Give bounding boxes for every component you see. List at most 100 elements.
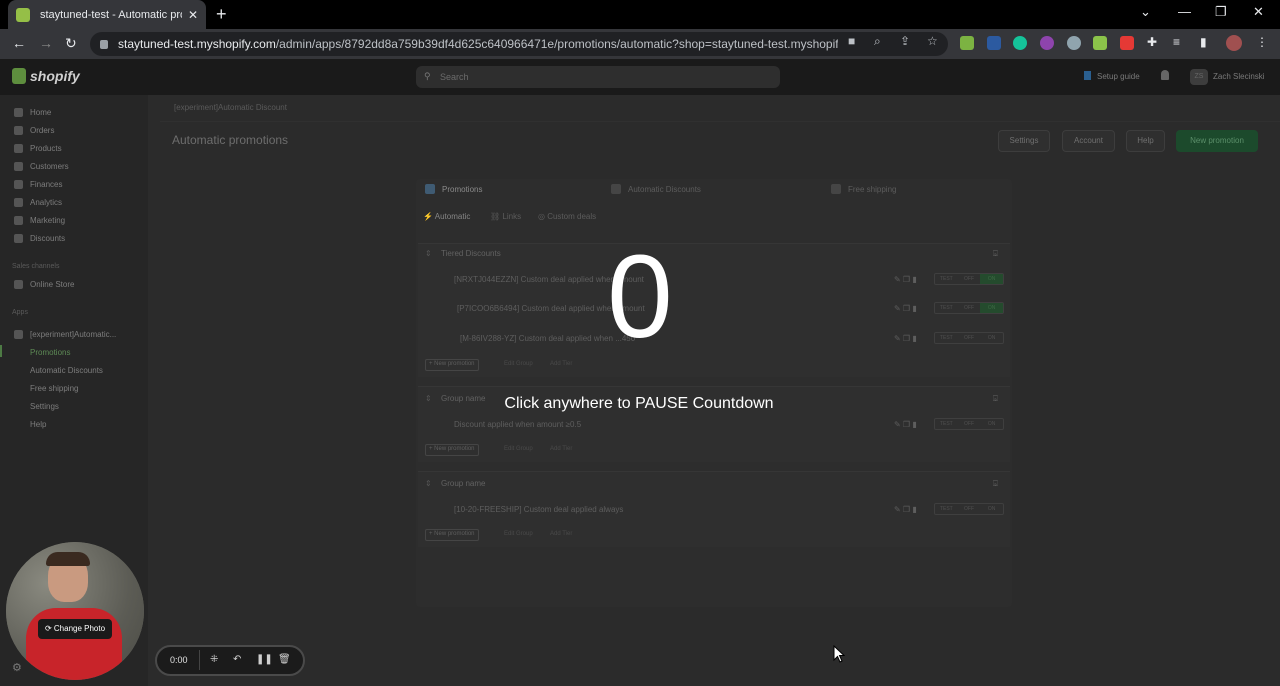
gear-icon[interactable]: ⚙ [12,661,22,674]
webcam-hair [46,552,90,566]
toggle-off[interactable]: OFF [958,504,981,514]
sidebar-item-products[interactable]: Products [14,144,62,153]
row-actions[interactable]: ✎ ❐ ▮ [894,420,917,429]
mouse-cursor-icon [833,645,845,663]
add-tier-link[interactable]: Add Tier [550,361,572,367]
back-icon[interactable]: ← [12,35,26,51]
setup-guide-link[interactable]: Setup guide [1097,72,1140,81]
add-tier-link[interactable]: Add Tier [550,531,572,537]
edit-group-link[interactable]: Edit Group [504,531,533,537]
subtab-automatic[interactable]: ⚡ Automatic [423,212,470,221]
draw-tool-icon[interactable]: ⁜ [210,654,218,665]
group-settings-icon[interactable]: ⌺ [993,479,998,489]
extension-icon[interactable] [1067,36,1081,50]
toggle-on[interactable]: ON [980,419,1003,429]
sidebar-item-free-shipping[interactable]: Free shipping [30,384,78,393]
pause-countdown-hint[interactable]: Click anywhere to PAUSE Countdown [0,395,1278,413]
close-tab-icon[interactable]: ✕ [188,8,198,22]
search-placeholder: Search [440,72,469,82]
breadcrumb[interactable]: [experiment]Automatic Discount [174,103,287,112]
edit-group-link[interactable]: Edit Group [504,361,533,367]
analytics-icon [14,198,23,207]
tab-automatic-discounts[interactable]: Automatic Discounts [611,184,701,194]
status-toggle[interactable]: TEST OFF ON [934,418,1004,430]
settings-button[interactable]: Settings [998,130,1050,152]
sidebar-item-marketing[interactable]: Marketing [14,216,65,225]
camera-icon[interactable]: ■ [848,34,855,48]
sidebar-item-home[interactable]: Home [14,108,51,117]
kebab-menu-icon[interactable]: ⋮ [1256,35,1268,49]
countdown-number[interactable]: 0 [0,238,1280,356]
bell-icon[interactable] [1161,70,1169,80]
extensions-puzzle-icon[interactable]: ✚ [1147,35,1157,49]
shopify-logo[interactable]: shopify [12,68,80,84]
pause-icon[interactable]: ❚❚ [256,654,273,665]
undo-icon[interactable]: ↶ [233,654,241,665]
tab-search-icon[interactable]: ⌄ [1140,4,1151,20]
extension-icon[interactable] [1120,36,1134,50]
account-button[interactable]: Account [1062,130,1115,152]
restore-icon[interactable]: ❐ [1215,4,1227,20]
toggle-off[interactable]: OFF [958,419,981,429]
subtab-custom-deals[interactable]: ◎ Custom deals [538,212,596,221]
shopify-admin: shopify ⚲ Search Setup guide ZS Zach Slec… [0,59,1280,686]
drag-handle-icon[interactable]: ⇕ [425,479,432,488]
promotion-row[interactable]: Discount applied when amount ≥0.5 [454,420,581,429]
new-promotion-small-button[interactable]: + New promotion [425,444,479,456]
help-button[interactable]: Help [1126,130,1165,152]
user-name[interactable]: Zach Slecinski [1213,72,1265,81]
side-panel-icon[interactable]: ▮ [1200,35,1207,49]
extension-icon[interactable] [1093,36,1107,50]
forward-icon[interactable]: → [39,35,53,51]
customers-icon [14,162,23,171]
sidebar-item-customers[interactable]: Customers [14,162,69,171]
edit-group-link[interactable]: Edit Group [504,446,533,452]
row-actions[interactable]: ✎ ❐ ▮ [894,505,917,514]
webcam-bubble[interactable] [6,542,144,680]
zoom-icon[interactable]: ⌕ [874,34,881,49]
delete-icon[interactable]: 🗑 [278,654,291,665]
browser-tab[interactable]: staytuned-test - Automatic prom ✕ [8,0,206,29]
status-toggle[interactable]: TEST OFF ON [934,503,1004,515]
reload-icon[interactable]: ↻ [65,35,77,52]
shopify-bag-icon [12,68,26,84]
address-bar[interactable]: staytuned-test.myshopify.com/admin/apps/… [90,32,948,56]
new-promotion-button[interactable]: New promotion [1176,130,1258,152]
close-window-icon[interactable]: ✕ [1253,4,1264,20]
home-icon [14,108,23,117]
subtab-links[interactable]: ⛓ Links [490,212,521,221]
subtab-label: Automatic [434,212,471,221]
minimize-icon[interactable]: — [1178,4,1191,19]
share-icon[interactable]: ⇪ [900,34,910,48]
sidebar-item-analytics[interactable]: Analytics [14,198,62,207]
sidebar-item-label: Orders [30,126,55,135]
avatar[interactable]: ZS [1190,69,1208,85]
change-photo-button[interactable]: ⟳ Change Photo [38,619,112,639]
promotion-row[interactable]: [10-20-FREESHIP] Custom deal applied alw… [454,505,623,514]
tab-free-shipping[interactable]: Free shipping [831,184,896,194]
sidebar-item-automatic-discounts[interactable]: Automatic Discounts [30,366,103,375]
profile-avatar[interactable] [1226,35,1242,51]
new-promotion-small-button[interactable]: + New promotion [425,359,479,371]
search-input[interactable]: ⚲ Search [416,66,780,88]
new-tab-icon[interactable]: + [216,4,227,25]
toggle-test[interactable]: TEST [935,419,958,429]
bookmark-star-icon[interactable]: ☆ [927,34,938,48]
extension-icon[interactable] [987,36,1001,50]
grammarly-icon[interactable] [1013,36,1027,50]
toggle-test[interactable]: TEST [935,504,958,514]
sidebar-item-finances[interactable]: Finances [14,180,62,189]
extension-icon[interactable] [1040,36,1054,50]
new-promotion-small-button[interactable]: + New promotion [425,529,479,541]
shipping-icon [831,184,841,194]
extension-icon[interactable] [960,36,974,50]
tab-promotions[interactable]: Promotions [425,184,482,194]
promotions-icon [425,184,435,194]
add-tier-link[interactable]: Add Tier [550,446,572,452]
sidebar-item-orders[interactable]: Orders [14,126,54,135]
browser-toolbar: ← → ↻ staytuned-test.myshopify.com/admin… [0,29,1280,59]
toggle-on[interactable]: ON [980,504,1003,514]
tab-title: staytuned-test - Automatic prom [40,8,182,21]
sidebar-item-help[interactable]: Help [30,420,46,429]
reading-list-icon[interactable]: ≡ [1173,35,1180,49]
